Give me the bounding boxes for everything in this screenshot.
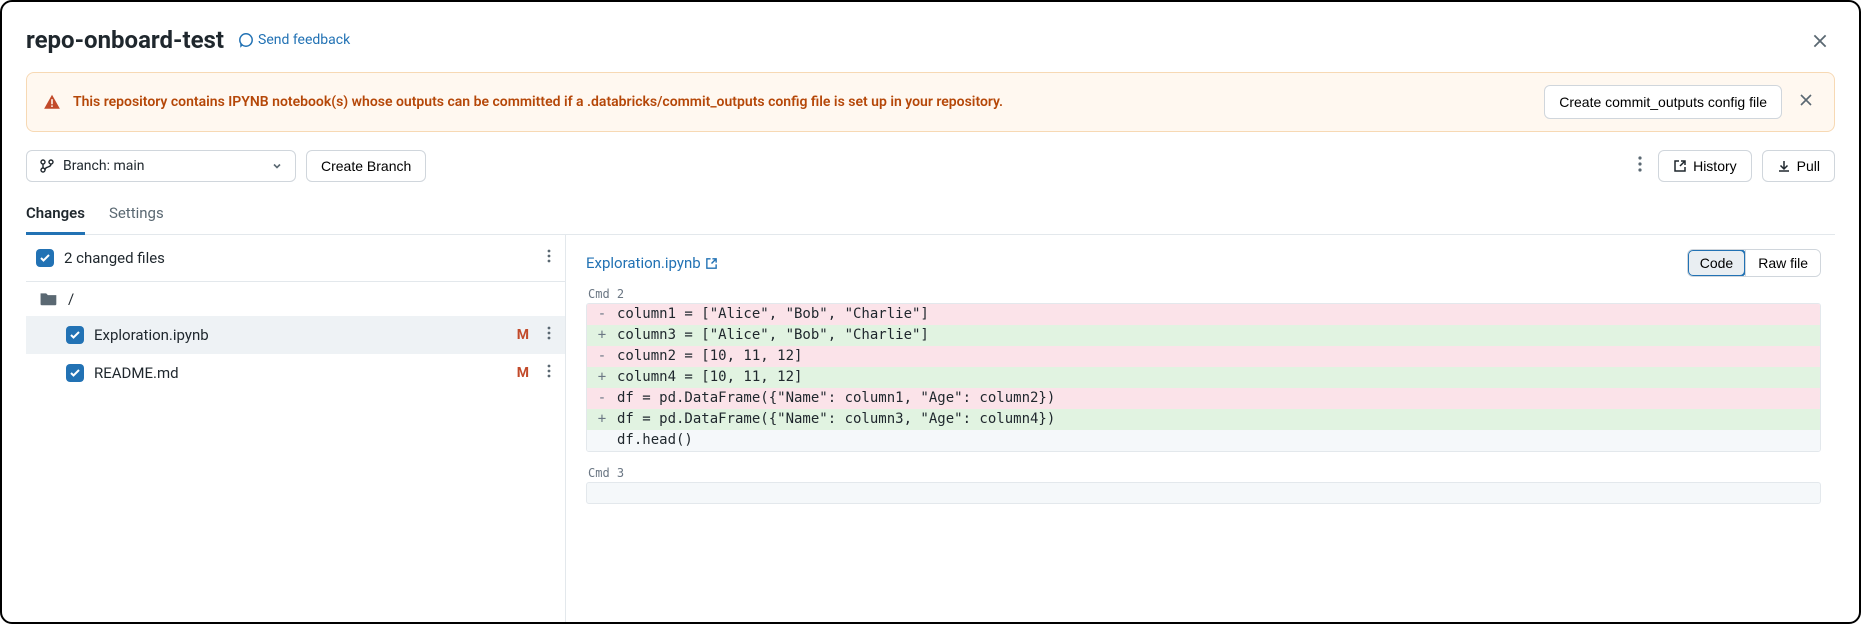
diff-line: df = pd.DataFrame({"Name": column3, "Age… bbox=[587, 409, 1820, 430]
send-feedback-label: Send feedback bbox=[258, 32, 350, 48]
pull-button[interactable]: Pull bbox=[1762, 150, 1835, 182]
warning-icon bbox=[43, 93, 61, 111]
close-dialog-button[interactable] bbox=[1811, 32, 1829, 54]
file-row-menu[interactable] bbox=[543, 324, 555, 346]
file-name: README.md bbox=[94, 364, 507, 382]
folder-icon bbox=[40, 290, 58, 308]
cmd-label: Cmd 3 bbox=[588, 466, 1821, 480]
commit-outputs-alert: This repository contains IPYNB notebook(… bbox=[26, 72, 1835, 132]
comment-icon bbox=[238, 32, 254, 48]
pull-icon bbox=[1777, 159, 1791, 173]
file-name: Exploration.ipynb bbox=[94, 326, 507, 344]
view-toggle: Code Raw file bbox=[1687, 249, 1821, 277]
repo-title: repo-onboard-test bbox=[26, 26, 224, 54]
create-branch-button[interactable]: Create Branch bbox=[306, 150, 426, 182]
file-status-badge: M bbox=[517, 327, 529, 343]
branch-label: Branch: main bbox=[63, 158, 144, 174]
history-button[interactable]: History bbox=[1658, 150, 1752, 182]
changed-files-menu[interactable] bbox=[543, 247, 555, 269]
branch-selector[interactable]: Branch: main bbox=[26, 150, 296, 182]
file-checkbox[interactable] bbox=[66, 364, 84, 382]
send-feedback-link[interactable]: Send feedback bbox=[238, 32, 350, 48]
diff-line: df.head() bbox=[587, 430, 1820, 451]
branch-icon bbox=[39, 158, 55, 174]
tree-root[interactable]: / bbox=[26, 282, 565, 316]
create-commit-outputs-button[interactable]: Create commit_outputs config file bbox=[1544, 85, 1782, 119]
tree-root-label: / bbox=[68, 290, 74, 308]
external-link-icon bbox=[705, 257, 718, 270]
toolbar-overflow-menu[interactable] bbox=[1632, 150, 1648, 182]
diff-block-cmd2: column1 = ["Alice", "Bob", "Charlie"]col… bbox=[586, 303, 1821, 452]
changed-files-count: 2 changed files bbox=[64, 249, 533, 267]
diff-block-cmd3 bbox=[586, 482, 1821, 504]
diff-line: column4 = [10, 11, 12] bbox=[587, 367, 1820, 388]
diff-line: column2 = [10, 11, 12] bbox=[587, 346, 1820, 367]
diff-line: column1 = ["Alice", "Bob", "Charlie"] bbox=[587, 304, 1820, 325]
alert-text: This repository contains IPYNB notebook(… bbox=[73, 94, 1532, 110]
select-all-checkbox[interactable] bbox=[36, 249, 54, 267]
diff-line: df = pd.DataFrame({"Name": column1, "Age… bbox=[587, 388, 1820, 409]
open-file-link[interactable]: Exploration.ipynb bbox=[586, 254, 718, 272]
cmd-label: Cmd 2 bbox=[588, 287, 1821, 301]
file-checkbox[interactable] bbox=[66, 326, 84, 344]
toggle-code[interactable]: Code bbox=[1688, 250, 1745, 276]
toggle-raw-file[interactable]: Raw file bbox=[1745, 250, 1820, 276]
file-row-menu[interactable] bbox=[543, 362, 555, 384]
tab-settings[interactable]: Settings bbox=[109, 196, 164, 234]
chevron-down-icon bbox=[271, 160, 283, 172]
history-label: History bbox=[1693, 158, 1737, 174]
diff-line: column3 = ["Alice", "Bob", "Charlie"] bbox=[587, 325, 1820, 346]
file-row-readme[interactable]: README.md M bbox=[26, 354, 565, 392]
pull-label: Pull bbox=[1797, 158, 1820, 174]
alert-close-button[interactable] bbox=[1794, 88, 1818, 116]
external-link-icon bbox=[1673, 159, 1687, 173]
open-file-label: Exploration.ipynb bbox=[586, 254, 701, 272]
file-row-exploration[interactable]: Exploration.ipynb M bbox=[26, 316, 565, 354]
tab-changes[interactable]: Changes bbox=[26, 196, 85, 235]
file-status-badge: M bbox=[517, 365, 529, 381]
